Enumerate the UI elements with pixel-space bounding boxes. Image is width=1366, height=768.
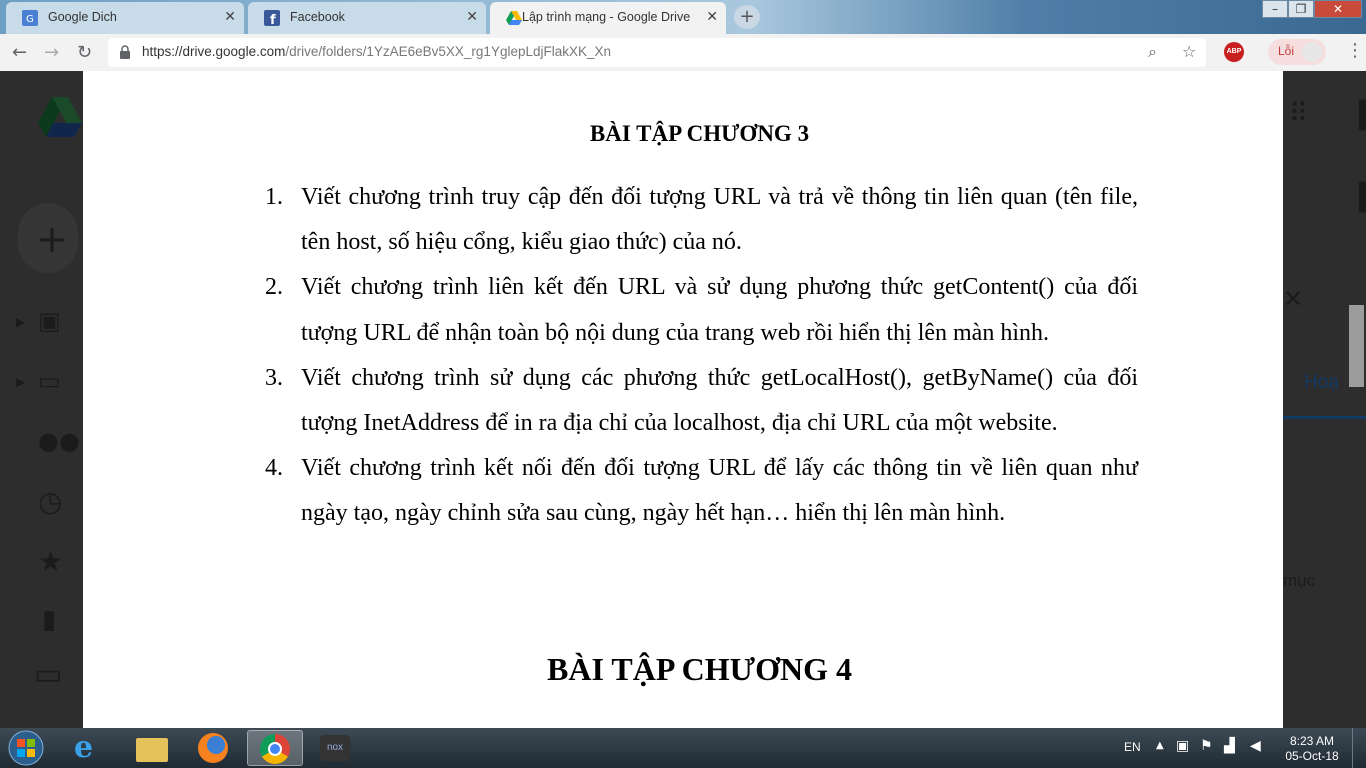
backups-icon[interactable]: ▭: [34, 657, 62, 692]
recent-icon[interactable]: ◷: [38, 485, 62, 518]
tab-indicator: [1283, 416, 1366, 419]
zoom-icon[interactable]: ⌕: [1148, 42, 1157, 62]
chrome-icon[interactable]: [247, 730, 303, 766]
scrollbar-thumb[interactable]: [1349, 305, 1364, 387]
computers-icon[interactable]: ▭: [38, 367, 61, 395]
reload-icon[interactable]: ↻: [77, 42, 92, 63]
details-text: mục: [1283, 571, 1316, 590]
trash-icon[interactable]: ▮: [42, 605, 56, 635]
window-controls: – ❐ ✕: [1262, 0, 1366, 20]
taskbar-clock[interactable]: 8:23 AM 05-Oct-18: [1284, 734, 1340, 764]
exercise-list: 1. Viết chương trình truy cập đến đối tượ…: [261, 175, 1138, 537]
exercise-text: Viết chương trình sử dụng các phương thứ…: [301, 364, 1138, 437]
url-text: https://drive.google.com/drive/folders/1…: [142, 44, 611, 59]
svg-text:f: f: [270, 13, 276, 26]
show-desktop-button[interactable]: [1352, 728, 1366, 768]
expand-arrow-icon[interactable]: ▶: [16, 375, 25, 389]
exercise-number: 4.: [265, 455, 283, 482]
svg-text:G: G: [26, 14, 34, 25]
apps-grid-icon[interactable]: ⠿: [1289, 99, 1308, 129]
activity-tab[interactable]: Hoạ: [1304, 372, 1339, 394]
exercise-item: 2. Viết chương trình liên kết đến URL và …: [261, 265, 1138, 355]
close-icon[interactable]: ✕: [706, 9, 718, 25]
new-button[interactable]: +: [18, 203, 78, 273]
my-drive-icon[interactable]: ▣: [38, 307, 61, 335]
nox-player-icon[interactable]: nox: [308, 730, 364, 766]
exercise-item: 3. Viết chương trình sử dụng các phương t…: [261, 356, 1138, 446]
browser-toolbar: ← → ↻ https://drive.google.com/drive/fol…: [0, 34, 1366, 72]
starred-icon[interactable]: ★: [38, 545, 63, 578]
exercise-text: Viết chương trình liên kết đến URL và sử…: [301, 274, 1138, 346]
volume-icon[interactable]: ◀: [1250, 738, 1261, 754]
facebook-icon: f: [264, 10, 280, 26]
close-icon[interactable]: ✕: [224, 9, 236, 25]
clock-time: 8:23 AM: [1289, 734, 1335, 748]
plus-icon: +: [36, 217, 68, 261]
internet-explorer-icon[interactable]: e: [62, 730, 118, 766]
drive-details-dimmed: ⠿ ▌ ▌ ✕ Hoạ mục: [1283, 71, 1366, 728]
windows-start-icon[interactable]: [6, 729, 46, 767]
exercise-item: 1. Viết chương trình truy cập đến đối tượ…: [261, 175, 1138, 265]
language-indicator[interactable]: EN: [1124, 740, 1141, 754]
tab-title: Google Dich: [48, 10, 117, 24]
url-host: https://drive.google.com: [142, 44, 286, 59]
windows-taskbar: e nox EN ▲ ▣ ⚑ ▟ ◀ 8:23 AM 05-Oct-18: [0, 728, 1366, 768]
browser-tab-strip: G Google Dich ✕ f Facebook ✕ Lập trình m…: [0, 0, 1366, 34]
exercise-text: Viết chương trình truy cập đến đối tượng…: [301, 184, 1138, 256]
show-hidden-icons-icon[interactable]: ▲: [1156, 740, 1164, 751]
profile-button[interactable]: Lỗi: [1268, 39, 1326, 65]
kebab-menu-icon[interactable]: ⋮: [1346, 40, 1364, 61]
removable-device-icon[interactable]: ▣: [1176, 738, 1189, 754]
google-translate-icon: G: [22, 10, 38, 26]
google-drive-icon: [506, 11, 522, 25]
bookmark-star-icon[interactable]: ☆: [1182, 42, 1196, 61]
exercise-number: 2.: [265, 274, 283, 301]
drive-logo-icon: [38, 97, 82, 137]
tab-title: Facebook: [290, 10, 345, 24]
network-signal-icon[interactable]: ▟: [1224, 738, 1235, 754]
back-icon[interactable]: ←: [12, 42, 27, 63]
exercise-item: 4. Viết chương trình kết nối đến đối tượn…: [261, 446, 1138, 536]
panel-toggle-icon[interactable]: ▌: [1359, 183, 1366, 213]
chapter-3-heading: BÀI TẬP CHƯƠNG 3: [589, 121, 810, 146]
action-center-flag-icon[interactable]: ⚑: [1200, 738, 1213, 754]
minimize-button[interactable]: –: [1262, 0, 1288, 18]
chapter-4-heading: BÀI TẬP CHƯƠNG 4: [547, 651, 852, 687]
lock-icon: [120, 45, 130, 59]
tab-google-drive[interactable]: Lập trình mạng - Google Drive ✕: [490, 2, 726, 34]
address-bar[interactable]: https://drive.google.com/drive/folders/1…: [108, 38, 1206, 67]
account-icon[interactable]: ▌: [1359, 101, 1366, 131]
clock-date: 05-Oct-18: [1285, 749, 1339, 763]
url-path: /drive/folders/1YzAE6eBv5XX_rg1YglepLdjF…: [285, 44, 612, 59]
tab-facebook[interactable]: f Facebook ✕: [248, 2, 486, 34]
firefox-icon[interactable]: [186, 730, 242, 766]
profile-error-label: Lỗi: [1278, 44, 1295, 58]
expand-arrow-icon[interactable]: ▶: [16, 315, 25, 329]
maximize-button[interactable]: ❐: [1288, 0, 1314, 18]
close-window-button[interactable]: ✕: [1314, 0, 1362, 18]
exercise-number: 1.: [265, 184, 283, 210]
close-icon[interactable]: ✕: [466, 9, 478, 25]
document-preview: BÀI TẬP CHƯƠNG 3 1. Viết chương trình tru…: [83, 71, 1283, 728]
tab-title: Lập trình mạng - Google Drive: [522, 10, 691, 24]
shared-with-me-icon[interactable]: ●●: [38, 427, 80, 455]
close-details-icon[interactable]: ✕: [1283, 285, 1303, 313]
new-tab-button[interactable]: +: [734, 5, 760, 29]
avatar: [1302, 42, 1322, 62]
exercise-number: 3.: [265, 364, 283, 391]
file-explorer-icon[interactable]: [124, 730, 180, 766]
exercise-text: Viết chương trình kết nối đến đối tượng …: [301, 455, 1138, 527]
tab-google-dich[interactable]: G Google Dich ✕: [6, 2, 244, 34]
forward-icon[interactable]: →: [44, 42, 59, 63]
drive-sidebar-dimmed: + ▶ ▣ ▶ ▭ ●● ◷ ★ ▮ ▭: [0, 71, 83, 728]
adblock-plus-icon[interactable]: ABP: [1224, 42, 1244, 62]
